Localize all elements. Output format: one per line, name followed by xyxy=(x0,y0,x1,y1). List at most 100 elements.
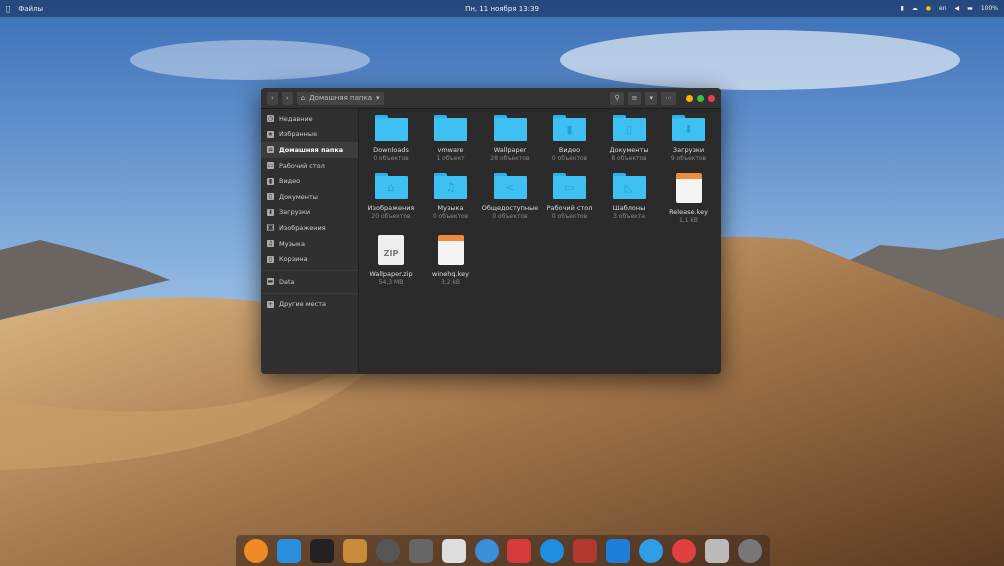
file-info: 1,1 kB xyxy=(678,217,699,224)
folder-icon: ▯ xyxy=(612,115,646,141)
list-view-button[interactable]: ≡ xyxy=(627,91,642,105)
sidebar-item[interactable]: ★ Избранные xyxy=(261,127,358,143)
volume-icon[interactable]: ◀ xyxy=(955,5,960,12)
system-settings-icon[interactable] xyxy=(375,538,400,563)
settings-icon[interactable] xyxy=(408,538,433,563)
terminal-icon[interactable] xyxy=(310,538,335,563)
camera-icon: ◙ xyxy=(267,224,274,232)
divider xyxy=(261,269,358,271)
text-editor-icon[interactable] xyxy=(441,538,466,563)
file-name: Шаблоны xyxy=(612,204,646,212)
path-button[interactable]: ⌂ Домашняя папка ▾ xyxy=(296,91,384,105)
search-button[interactable]: ⚲ xyxy=(610,91,624,105)
file-item[interactable]: vmware 1 объект xyxy=(421,115,481,163)
sidebar-item[interactable]: ◷ Недавние xyxy=(261,111,358,127)
music-icon: ♫ xyxy=(267,240,274,248)
sidebar-item[interactable]: ▭ Рабочий стол xyxy=(261,158,358,174)
file-item[interactable]: Wallpaper 28 объектов xyxy=(480,115,540,163)
file-item[interactable]: < Общедоступные 0 объектов xyxy=(480,173,540,221)
sidebar-item[interactable]: ▯ Корзина xyxy=(261,251,358,267)
help-icon[interactable] xyxy=(671,538,696,563)
writer-icon[interactable] xyxy=(606,538,631,563)
file-manager-window: ‹ › ⌂ Домашняя папка ▾ ⚲ ≡ ▾ ⋯ ◷ Недавние ★ И… xyxy=(261,88,721,374)
network-icon[interactable]: ☁ xyxy=(912,5,918,12)
file-item[interactable]: Downloads 0 объектов xyxy=(361,115,421,163)
notification-icon[interactable]: ▮ xyxy=(900,5,903,12)
finder-icon[interactable] xyxy=(277,538,302,563)
file-item[interactable]: ♫ Музыка 0 объектов xyxy=(421,173,481,221)
clock[interactable]: Пн, 11 ноября 13:39 xyxy=(0,5,1004,13)
sidebar-item[interactable]: ♫ Музыка xyxy=(261,236,358,252)
file-item[interactable]: ▯ Документы 8 объектов xyxy=(599,115,659,163)
folder-icon: ▮ xyxy=(553,115,586,141)
file-info: 0 объектов xyxy=(551,155,588,162)
sidebar: ◷ Недавние ★ Избранные ⌂ Домашняя папка ▭ Рабоч… xyxy=(261,109,359,374)
file-name: winehq.key xyxy=(432,270,469,278)
launchpad-icon[interactable] xyxy=(737,538,762,563)
file-item[interactable]: Release.key 1,1 kB xyxy=(659,173,719,225)
app-menu[interactable]: Файлы xyxy=(18,5,43,13)
file-name: Downloads xyxy=(373,146,409,154)
folder-icon: ♫ xyxy=(434,173,467,199)
plus-icon: + xyxy=(267,300,274,308)
file-item[interactable]: ▭ Рабочий стол 0 объектов xyxy=(540,173,600,221)
sidebar-item[interactable]: ⌂ Домашняя папка xyxy=(261,142,358,158)
apple-menu-icon[interactable]:  xyxy=(6,5,10,13)
drive-icon: ▬ xyxy=(267,278,274,286)
filezilla-icon[interactable] xyxy=(507,538,532,563)
file-name: Изображения xyxy=(367,204,415,212)
keyboard-layout[interactable]: en xyxy=(939,5,947,12)
file-info: 0 объектов xyxy=(432,213,469,220)
video-icon: ▮ xyxy=(267,177,274,185)
file-item[interactable]: winehq.key 3,2 kB xyxy=(421,235,481,287)
view-options-button[interactable]: ▾ xyxy=(645,91,657,105)
firefox-icon[interactable] xyxy=(244,538,269,563)
file-item[interactable]: ▮ Видео 0 объектов xyxy=(540,115,600,163)
sidebar-item-label: Музыка xyxy=(279,239,305,248)
back-button[interactable]: ‹ xyxy=(267,91,278,105)
trash-icon[interactable] xyxy=(704,538,729,563)
sidebar-item[interactable]: ▯ Документы xyxy=(261,189,358,205)
close-button[interactable] xyxy=(708,94,715,102)
trash-icon: ▯ xyxy=(267,255,274,263)
folder-icon xyxy=(434,115,467,141)
file-name: Wallpaper xyxy=(493,146,527,154)
file-info: 0 объектов xyxy=(492,213,528,220)
folder-icon: < xyxy=(493,173,527,199)
top-panel:  Файлы Пн, 11 ноября 13:39 ▮ ☁ ● en ◀ ▬… xyxy=(0,0,1004,17)
sidebar-item[interactable]: ⬇ Загрузки xyxy=(261,205,358,221)
folder-icon xyxy=(374,115,408,141)
file-item[interactable]: ZIP Wallpaper.zip 54,3 MB xyxy=(361,235,421,287)
minimize-button[interactable] xyxy=(686,94,693,102)
divider xyxy=(261,292,358,294)
menu-button[interactable]: ⋯ xyxy=(661,91,676,105)
forward-button[interactable]: › xyxy=(281,91,293,105)
virtualbox-icon[interactable] xyxy=(540,538,565,563)
file-info: 20 объектов xyxy=(371,213,411,220)
sidebar-item[interactable]: ◙ Изображения xyxy=(261,220,358,236)
sidebar-item-label: Недавние xyxy=(279,114,313,123)
file-name: Wallpaper.zip xyxy=(369,270,413,278)
network-icon[interactable] xyxy=(474,538,499,563)
zip-file-icon: ZIP xyxy=(378,235,404,265)
sidebar-item[interactable]: + Другие места xyxy=(261,297,358,313)
weather-icon[interactable]: ● xyxy=(926,5,931,12)
installer-icon[interactable] xyxy=(343,538,368,563)
desktop-icon: ▭ xyxy=(267,162,274,170)
archive-icon[interactable] xyxy=(573,538,598,563)
media-player-icon[interactable] xyxy=(638,538,663,563)
sidebar-item[interactable]: ▬ Data xyxy=(261,274,358,290)
sidebar-item[interactable]: ▮ Видео xyxy=(261,173,358,189)
star-icon: ★ xyxy=(267,130,274,138)
file-name: Музыка xyxy=(437,204,464,212)
sidebar-item-label: Домашняя папка xyxy=(279,145,344,154)
key-file-icon xyxy=(437,235,464,265)
battery-icon[interactable]: ▬ xyxy=(967,5,973,12)
clock-icon: ◷ xyxy=(267,115,274,123)
file-item[interactable]: ⬇ Загрузки 9 объектов xyxy=(659,115,719,163)
file-item[interactable]: ◺ Шаблоны 3 объекта xyxy=(599,173,659,221)
file-item[interactable]: ⌂ Изображения 20 объектов xyxy=(361,173,421,221)
file-name: Общедоступные xyxy=(481,204,539,212)
maximize-button[interactable] xyxy=(697,94,704,102)
sidebar-item-label: Избранные xyxy=(279,130,318,139)
